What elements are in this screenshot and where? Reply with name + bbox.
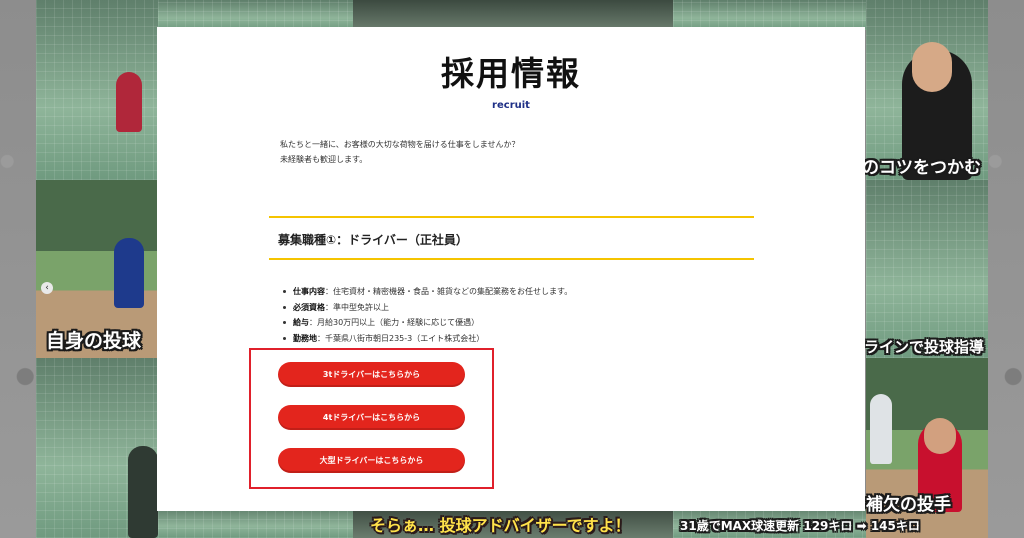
bg-caption-2: のコツをつかむ <box>862 158 981 178</box>
stone-texture-right <box>988 0 1024 538</box>
bg-player2-figure <box>870 394 892 464</box>
apply-3t-driver-button[interactable]: 3tドライバーはこちらから <box>278 362 465 387</box>
job-heading: 募集職種①：ドライバー（正社員） <box>278 233 468 247</box>
detail-item-license: 必須資格：準中型免許以上 <box>283 300 572 316</box>
bg-caption-1: 自身の投球 <box>46 330 142 352</box>
bg-tile-top-center <box>158 0 353 30</box>
stone-texture-left <box>0 0 36 538</box>
bg-batter-figure <box>114 238 144 308</box>
recruit-panel: 採用情報 recruit 私たちと一緒に、お客様の大切な荷物を届ける仕事をしませ… <box>157 27 865 511</box>
bg-player3-face <box>924 418 956 454</box>
apply-4t-driver-button[interactable]: 4tドライバーはこちらから <box>278 405 465 430</box>
detail-value: ：千葉県八街市朝日235-3（エイト株式会社） <box>317 333 485 343</box>
page-title: 採用情報 <box>441 54 581 93</box>
heading-rule-top <box>269 216 754 218</box>
bg-tile-bottom-center <box>158 508 353 538</box>
detail-value: ：月給30万円以上（能力・経験に応じて優遇） <box>309 318 480 327</box>
heading-rule-bottom <box>269 258 754 260</box>
bg-tile-top-center-2 <box>353 0 673 30</box>
detail-value: ：住宅資材・精密機器・食品・雑貨などの集配業務をお任せします。 <box>325 287 573 296</box>
detail-label: 必須資格 <box>293 302 325 312</box>
bg-tile-top-left <box>36 0 158 180</box>
detail-item-work: 仕事内容：住宅資材・精密機器・食品・雑貨などの集配業務をお任せします。 <box>283 284 572 300</box>
detail-label: 仕事内容 <box>293 287 325 296</box>
detail-label: 勤務地 <box>293 333 317 343</box>
bg-caption-5: 補欠の投手 <box>866 495 951 515</box>
bg-tile-top-center-3 <box>673 0 868 30</box>
bg-player-figure <box>116 72 142 132</box>
intro-text: 私たちと一緒に、お客様の大切な荷物を届ける仕事をしませんか？ 未経験者も歓迎しま… <box>280 137 740 167</box>
intro-line-1: 私たちと一緒に、お客様の大切な荷物を届ける仕事をしませんか？ <box>280 140 520 149</box>
bg-caption-3: ラインで投球指導 <box>864 338 985 356</box>
bg-person-figure <box>128 446 158 538</box>
bg-tile-bottom-left <box>36 358 158 538</box>
bg-caption-4: そらぁ… 投球アドバイザーですよ！ <box>370 516 631 535</box>
page-subtitle: recruit <box>492 100 530 111</box>
detail-label: 給与 <box>293 318 309 327</box>
carousel-prev-icon[interactable]: ‹ <box>41 282 53 294</box>
detail-item-location: 勤務地：千葉県八街市朝日235-3（エイト株式会社） <box>283 331 572 347</box>
bg-tile-mid-right <box>866 180 988 358</box>
job-details-list: 仕事内容：住宅資材・精密機器・食品・雑貨などの集配業務をお任せします。 必須資格… <box>283 284 572 346</box>
bg-caption-6: 31歳でMAX球速更新 129キロ ➡ 145キロ <box>680 519 920 533</box>
intro-line-2: 未経験者も歓迎します。 <box>280 155 368 164</box>
detail-item-salary: 給与：月給30万円以上（能力・経験に応じて優遇） <box>283 315 572 331</box>
detail-value: ：準中型免許以上 <box>325 302 389 312</box>
apply-large-driver-button[interactable]: 大型ドライバーはこちらから <box>278 448 465 473</box>
bg-coach-face <box>912 42 952 92</box>
